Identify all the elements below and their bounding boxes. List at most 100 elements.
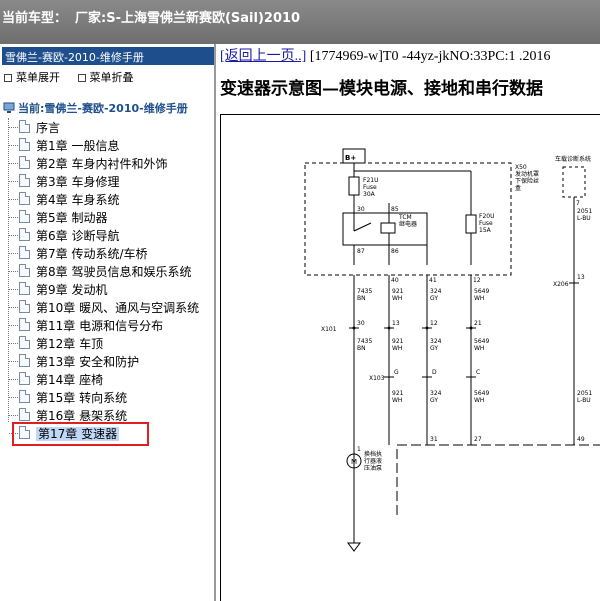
back-link[interactable]: [返回上一页..] xyxy=(220,49,306,64)
wiring-diagram: B+ F21U Fuse 30A F20U Fuse 15A X50 发动机罩 … xyxy=(220,114,600,601)
document-icon xyxy=(19,210,30,223)
fuse-f21u xyxy=(348,176,360,196)
x103-pin-c: C xyxy=(476,369,480,376)
circuit2b-num: 921 xyxy=(392,338,404,345)
chapter-item-4[interactable]: 第4章 车身系统 xyxy=(0,190,214,208)
motor-symbol: M xyxy=(351,458,357,466)
document-icon xyxy=(19,336,30,349)
fuse2-name: F20U xyxy=(479,213,494,220)
chapter-item-9[interactable]: 第9章 发动机 xyxy=(0,280,214,298)
fuse1-name: F21U xyxy=(363,177,378,184)
circuit3-num: 324 xyxy=(430,288,442,295)
x50-id: X50 xyxy=(515,164,527,171)
chapter-label: 第6章 诊断导航 xyxy=(36,229,120,243)
chapter-item-15[interactable]: 第15章 转向系统 xyxy=(0,388,214,406)
relay-label-1: TCM xyxy=(398,214,412,221)
x101-pin-13: 13 xyxy=(392,320,400,327)
pin-30: 30 xyxy=(357,206,365,213)
chapter-item-8[interactable]: 第8章 驾驶员信息和娱乐系统 xyxy=(0,262,214,280)
circuit1b-color: BN xyxy=(357,345,366,352)
chapter-item-13[interactable]: 第13章 安全和防护 xyxy=(0,352,214,370)
chapter-item-3[interactable]: 第3章 车身修理 xyxy=(0,172,214,190)
chapter-label: 第14章 座椅 xyxy=(36,373,104,387)
computer-icon xyxy=(3,102,15,113)
document-icon xyxy=(19,156,30,169)
pin-87: 87 xyxy=(357,248,365,255)
pin-12: 12 xyxy=(473,277,481,284)
circuit3c-num: 324 xyxy=(430,390,442,397)
navigation-pane: 雪佛兰-赛欧-2010-维修手册 菜单展开 菜单折叠 当前:雪佛兰-赛欧-201… xyxy=(0,44,216,601)
chapter-item-16[interactable]: 第16章 悬架系统 xyxy=(0,406,214,424)
tcm-module-outline xyxy=(396,444,600,515)
pin-86: 86 xyxy=(391,248,399,255)
vehicle-model-value: 厂家:S-上海雪佛兰新赛欧(Sail)2010 xyxy=(75,11,301,26)
circuit4b-num: 5649 xyxy=(474,338,489,345)
pin-1: 1 xyxy=(357,446,361,453)
collapse-menu-button[interactable]: 菜单折叠 xyxy=(77,69,134,85)
circuit4-color: WH xyxy=(474,295,484,302)
window-title-bar: 当前车型： 厂家:S-上海雪佛兰新赛欧(Sail)2010 xyxy=(0,0,600,44)
document-icon xyxy=(19,372,30,385)
circuit5b-color: L-BU xyxy=(577,397,591,404)
chapter-item-17[interactable]: 第17章 变速器 xyxy=(0,424,214,442)
diag-label: 车载诊断系统 xyxy=(555,155,591,163)
pin-27: 27 xyxy=(474,436,482,443)
tree-root-label: 当前:雪佛兰-赛欧-2010-维修手册 xyxy=(18,102,188,115)
document-reference: [1774969-w]T0 -44yz-jkNO:33PC:1 .2016 xyxy=(306,49,551,64)
x103-label: X103 xyxy=(369,375,385,382)
tree-root-item[interactable]: 当前:雪佛兰-赛欧-2010-维修手册 xyxy=(0,100,214,118)
chapter-item-7[interactable]: 第7章 传动系统/车桥 xyxy=(0,244,214,262)
motor-label-3: 压油泵 xyxy=(364,464,382,472)
chapter-label: 第1章 一般信息 xyxy=(36,139,120,153)
document-icon xyxy=(19,282,30,295)
collapse-menu-label: 菜单折叠 xyxy=(89,71,134,84)
chapter-item-2[interactable]: 第2章 车身内衬件和外饰 xyxy=(0,154,214,172)
chapter-label: 第11章 电源和信号分布 xyxy=(36,319,164,333)
motor-label-2: 行器液 xyxy=(364,457,382,465)
expand-menu-button[interactable]: 菜单展开 xyxy=(4,69,60,85)
document-icon xyxy=(19,318,30,331)
x206-label: X206 xyxy=(553,281,569,288)
pin-31: 31 xyxy=(430,436,438,443)
document-icon xyxy=(19,390,30,403)
circuit1-num: 7435 xyxy=(357,288,372,295)
chapter-item-11[interactable]: 第11章 电源和信号分布 xyxy=(0,316,214,334)
chapter-item-5[interactable]: 第5章 制动器 xyxy=(0,208,214,226)
chapter-label: 第9章 发动机 xyxy=(36,283,108,297)
x50-line1: 发动机罩 xyxy=(515,170,539,178)
document-icon xyxy=(19,354,30,367)
tree-toggle-bar: 菜单展开 菜单折叠 xyxy=(0,65,214,85)
x101-pin-30: 30 xyxy=(357,320,365,327)
page-nav-line: [返回上一页..] [1774969-w]T0 -44yz-jkNO:33PC:… xyxy=(220,45,551,65)
document-icon xyxy=(19,408,30,421)
chapter-item-14[interactable]: 第14章 座椅 xyxy=(0,370,214,388)
obd-connector xyxy=(562,166,586,198)
document-icon xyxy=(19,138,30,151)
fuse-f20u xyxy=(465,214,477,234)
manual-title: 雪佛兰-赛欧-2010-维修手册 xyxy=(2,47,214,65)
circuit4b-color: WH xyxy=(474,345,484,352)
circuit5b-num: 2051 xyxy=(577,390,592,397)
pin-7: 7 xyxy=(576,200,580,207)
chapter-item-1[interactable]: 第1章 一般信息 xyxy=(0,136,214,154)
chapter-label: 第8章 驾驶员信息和娱乐系统 xyxy=(36,265,192,279)
fuse2-amp: 15A xyxy=(479,227,492,234)
circuit3b-color: GY xyxy=(430,345,438,352)
document-icon xyxy=(19,300,30,313)
relay-label-2: 继电器 xyxy=(399,220,417,228)
document-icon xyxy=(19,228,30,241)
circuit5-color: L-BU xyxy=(577,215,591,222)
chapter-label: 第13章 安全和防护 xyxy=(36,355,140,369)
collapse-icon xyxy=(77,74,86,82)
chapter-item-preface[interactable]: 序言 xyxy=(0,118,214,136)
circuit1-color: BN xyxy=(357,295,366,302)
chapter-item-12[interactable]: 第12章 车顶 xyxy=(0,334,214,352)
chapter-label: 第2章 车身内衬件和外饰 xyxy=(36,157,168,171)
document-icon xyxy=(19,264,30,277)
chapter-tree: 当前:雪佛兰-赛欧-2010-维修手册 序言 第1章 一般信息 第2章 车身内衬… xyxy=(0,100,214,442)
wiring-diagram-svg: B+ F21U Fuse 30A F20U Fuse 15A X50 发动机罩 … xyxy=(304,148,600,552)
chapter-label: 第17章 变速器 xyxy=(36,427,120,441)
fuse1-amp: 30A xyxy=(363,191,376,198)
chapter-item-10[interactable]: 第10章 暖风、通风与空调系统 xyxy=(0,298,214,316)
chapter-item-6[interactable]: 第6章 诊断导航 xyxy=(0,226,214,244)
